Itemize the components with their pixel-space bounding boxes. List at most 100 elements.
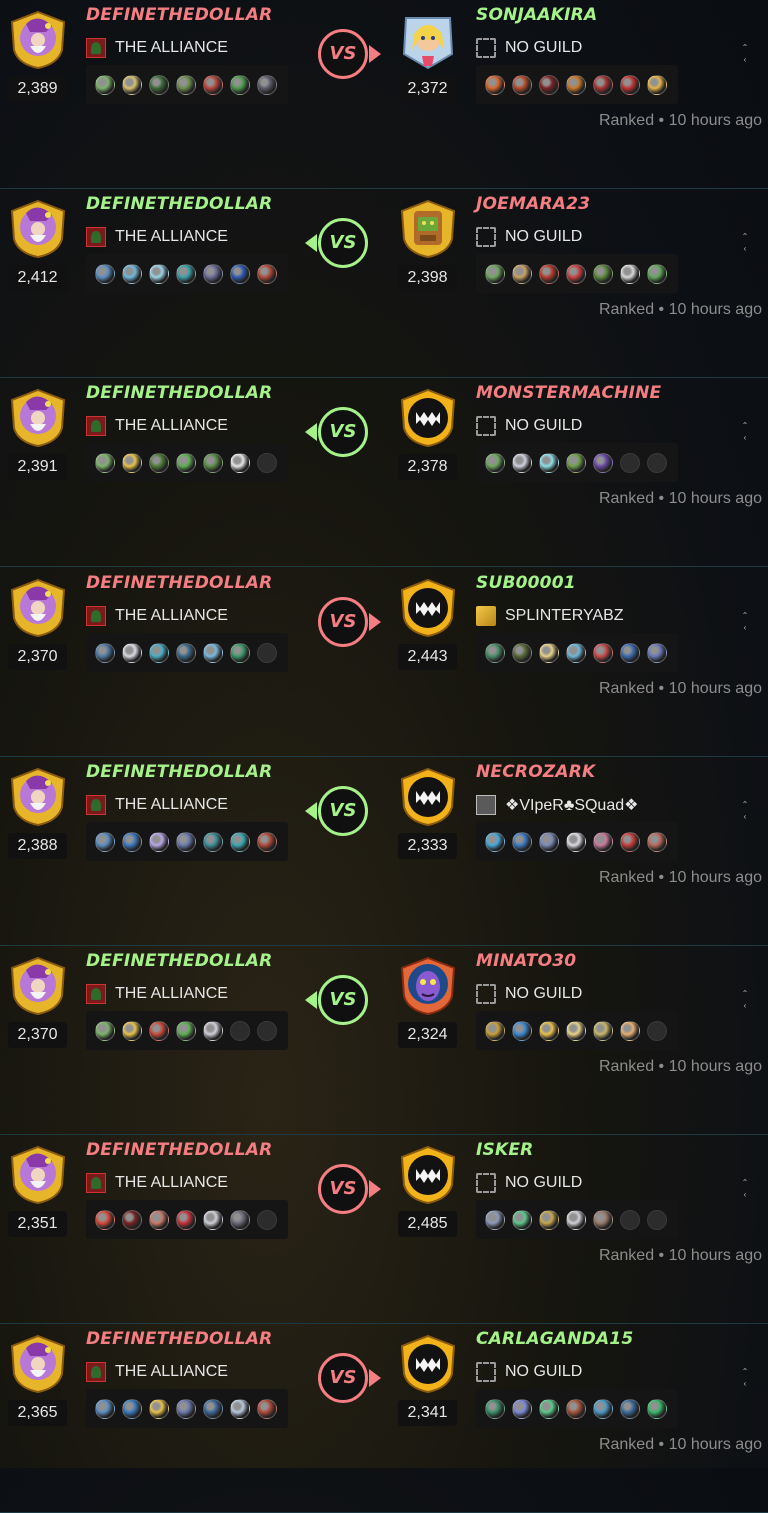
monster-card-icon[interactable] bbox=[95, 1020, 115, 1041]
player-avatar-icon[interactable] bbox=[8, 388, 68, 448]
player-name-link[interactable]: SUB00001 bbox=[476, 573, 576, 593]
monster-card-icon[interactable] bbox=[620, 1398, 640, 1419]
more-options-icon[interactable]: ⌃ ‹ bbox=[740, 231, 750, 257]
more-options-icon[interactable]: ⌃ ‹ bbox=[740, 610, 750, 636]
more-options-icon[interactable]: ⌃ ‹ bbox=[740, 1177, 750, 1203]
monster-card-icon[interactable] bbox=[566, 1398, 586, 1419]
monster-card-icon[interactable] bbox=[485, 1209, 505, 1230]
guild-info[interactable]: THE ALLIANCE bbox=[86, 604, 228, 628]
monster-card-icon[interactable] bbox=[122, 452, 142, 473]
player-avatar-icon[interactable] bbox=[398, 10, 458, 70]
player-name-link[interactable]: ISKER bbox=[476, 1140, 533, 1160]
vs-badge[interactable]: VS bbox=[318, 407, 368, 457]
vs-badge[interactable]: VS bbox=[318, 29, 368, 79]
monster-card-icon[interactable] bbox=[539, 1398, 559, 1419]
monster-card-icon[interactable] bbox=[512, 831, 532, 852]
monster-card-icon[interactable] bbox=[566, 642, 586, 663]
monster-card-icon[interactable] bbox=[149, 1209, 169, 1230]
player-name-link[interactable]: NECROZARK bbox=[476, 762, 595, 782]
monster-card-icon[interactable] bbox=[176, 1398, 196, 1419]
battle-row[interactable]: 2,370 DEFINETHEDOLLAR THE ALLIANCE VS 2,… bbox=[0, 946, 768, 1135]
monster-card-icon[interactable] bbox=[512, 1398, 532, 1419]
player-name-link[interactable]: JOEMARA23 bbox=[476, 194, 590, 214]
vs-badge[interactable]: VS bbox=[318, 975, 368, 1025]
guild-info[interactable]: NO GUILD bbox=[476, 36, 582, 60]
monster-card-icon[interactable] bbox=[230, 74, 250, 95]
guild-info[interactable]: NO GUILD bbox=[476, 414, 582, 438]
monster-card-icon[interactable] bbox=[620, 831, 640, 852]
battle-row[interactable]: 2,351 DEFINETHEDOLLAR THE ALLIANCE VS 2,… bbox=[0, 1135, 768, 1324]
monster-card-icon[interactable] bbox=[230, 452, 250, 473]
monster-card-icon[interactable] bbox=[512, 1020, 532, 1041]
player-avatar-icon[interactable] bbox=[8, 956, 68, 1016]
monster-card-icon[interactable] bbox=[203, 831, 223, 852]
guild-info[interactable]: NO GUILD bbox=[476, 982, 582, 1006]
monster-card-icon[interactable] bbox=[566, 74, 586, 95]
battle-row[interactable]: 2,388 DEFINETHEDOLLAR THE ALLIANCE VS 2,… bbox=[0, 757, 768, 946]
monster-card-icon[interactable] bbox=[95, 642, 115, 663]
more-options-icon[interactable]: ⌃ ‹ bbox=[740, 42, 750, 68]
monster-card-icon[interactable] bbox=[647, 831, 667, 852]
player-name-link[interactable]: DEFINETHEDOLLAR bbox=[86, 1329, 272, 1349]
monster-card-icon[interactable] bbox=[566, 263, 586, 284]
monster-card-icon[interactable] bbox=[620, 1020, 640, 1041]
monster-card-icon[interactable] bbox=[593, 642, 613, 663]
monster-card-icon[interactable] bbox=[566, 1209, 586, 1230]
player-name-link[interactable]: DEFINETHEDOLLAR bbox=[86, 573, 272, 593]
monster-card-icon[interactable] bbox=[203, 642, 223, 663]
guild-info[interactable]: THE ALLIANCE bbox=[86, 414, 228, 438]
vs-badge[interactable]: VS bbox=[318, 786, 368, 836]
monster-card-icon[interactable] bbox=[539, 831, 559, 852]
monster-card-icon[interactable] bbox=[95, 1209, 115, 1230]
monster-card-icon[interactable] bbox=[230, 263, 250, 284]
monster-card-icon[interactable] bbox=[593, 452, 613, 473]
monster-card-icon[interactable] bbox=[203, 1209, 223, 1230]
monster-card-icon[interactable] bbox=[176, 1209, 196, 1230]
monster-card-icon[interactable] bbox=[95, 263, 115, 284]
monster-card-icon[interactable] bbox=[257, 831, 277, 852]
player-avatar-icon[interactable] bbox=[398, 578, 458, 638]
player-avatar-icon[interactable] bbox=[398, 956, 458, 1016]
monster-card-icon[interactable] bbox=[230, 1398, 250, 1419]
monster-card-icon[interactable] bbox=[512, 263, 532, 284]
monster-card-icon[interactable] bbox=[176, 74, 196, 95]
guild-info[interactable]: THE ALLIANCE bbox=[86, 982, 228, 1006]
player-name-link[interactable]: DEFINETHEDOLLAR bbox=[86, 1140, 272, 1160]
player-avatar-icon[interactable] bbox=[8, 1145, 68, 1205]
player-avatar-icon[interactable] bbox=[8, 10, 68, 70]
battle-row[interactable]: 2,389 DEFINETHEDOLLAR THE ALLIANCE VS 2,… bbox=[0, 0, 768, 189]
monster-card-icon[interactable] bbox=[257, 1398, 277, 1419]
monster-card-icon[interactable] bbox=[566, 831, 586, 852]
monster-card-icon[interactable] bbox=[122, 1209, 142, 1230]
battle-row[interactable]: 2,370 DEFINETHEDOLLAR THE ALLIANCE VS 2,… bbox=[0, 568, 768, 757]
monster-card-icon[interactable] bbox=[485, 74, 505, 95]
monster-card-icon[interactable] bbox=[95, 831, 115, 852]
monster-card-icon[interactable] bbox=[566, 452, 586, 473]
vs-badge[interactable]: VS bbox=[318, 1353, 368, 1403]
monster-card-icon[interactable] bbox=[593, 1209, 613, 1230]
player-name-link[interactable]: DEFINETHEDOLLAR bbox=[86, 762, 272, 782]
monster-card-icon[interactable] bbox=[122, 74, 142, 95]
monster-card-icon[interactable] bbox=[149, 452, 169, 473]
monster-card-icon[interactable] bbox=[512, 1209, 532, 1230]
monster-card-icon[interactable] bbox=[95, 1398, 115, 1419]
monster-card-icon[interactable] bbox=[485, 1020, 505, 1041]
monster-card-icon[interactable] bbox=[539, 642, 559, 663]
player-avatar-icon[interactable] bbox=[398, 1145, 458, 1205]
monster-card-icon[interactable] bbox=[176, 642, 196, 663]
guild-info[interactable]: NO GUILD bbox=[476, 1171, 582, 1195]
vs-badge[interactable]: VS bbox=[318, 218, 368, 268]
player-avatar-icon[interactable] bbox=[398, 199, 458, 259]
monster-card-icon[interactable] bbox=[176, 1020, 196, 1041]
player-name-link[interactable]: DEFINETHEDOLLAR bbox=[86, 194, 272, 214]
monster-card-icon[interactable] bbox=[203, 263, 223, 284]
player-avatar-icon[interactable] bbox=[8, 1334, 68, 1394]
monster-card-icon[interactable] bbox=[257, 74, 277, 95]
monster-card-icon[interactable] bbox=[647, 642, 667, 663]
player-name-link[interactable]: MINATO30 bbox=[476, 951, 576, 971]
monster-card-icon[interactable] bbox=[203, 1398, 223, 1419]
monster-card-icon[interactable] bbox=[593, 831, 613, 852]
player-name-link[interactable]: MONSTERMACHINE bbox=[476, 383, 661, 403]
monster-card-icon[interactable] bbox=[539, 263, 559, 284]
monster-card-icon[interactable] bbox=[485, 263, 505, 284]
